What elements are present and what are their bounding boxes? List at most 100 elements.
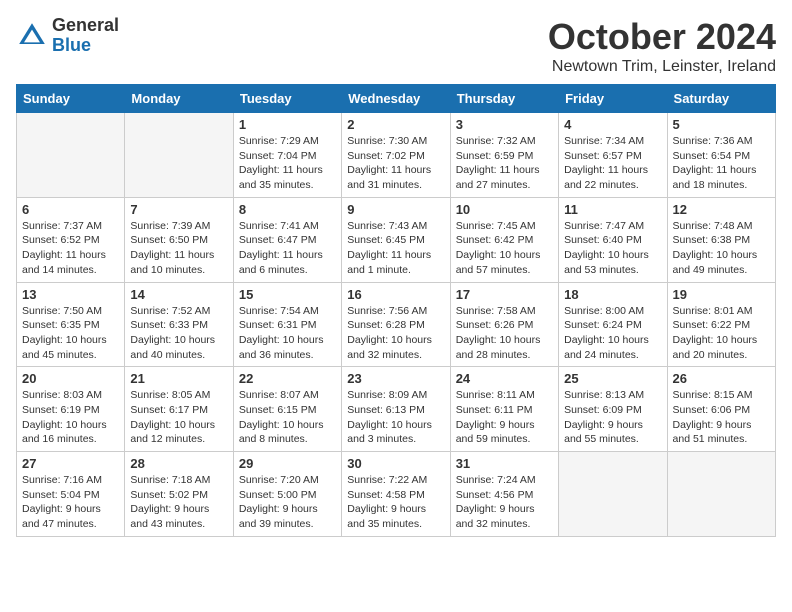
day-cell	[125, 113, 233, 198]
day-cell: 24 Sunrise: 8:11 AM Sunset: 6:11 PM Dayli…	[450, 367, 558, 452]
day-number: 4	[564, 117, 661, 132]
day-info: Sunrise: 7:56 AM Sunset: 6:28 PM Dayligh…	[347, 304, 444, 363]
day-info: Sunrise: 8:11 AM Sunset: 6:11 PM Dayligh…	[456, 388, 553, 447]
day-cell: 13 Sunrise: 7:50 AM Sunset: 6:35 PM Dayli…	[17, 282, 125, 367]
day-number: 21	[130, 371, 227, 386]
day-number: 2	[347, 117, 444, 132]
day-info: Sunrise: 7:50 AM Sunset: 6:35 PM Dayligh…	[22, 304, 119, 363]
day-number: 6	[22, 202, 119, 217]
day-number: 1	[239, 117, 336, 132]
day-cell: 29Sunrise: 7:20 AM Sunset: 5:00 PM Dayli…	[233, 452, 341, 537]
day-info: Sunrise: 7:29 AM Sunset: 7:04 PM Dayligh…	[239, 134, 336, 193]
day-info: Sunrise: 7:22 AM Sunset: 4:58 PM Dayligh…	[347, 473, 444, 532]
day-info: Sunrise: 8:15 AM Sunset: 6:06 PM Dayligh…	[673, 388, 770, 447]
day-info: Sunrise: 7:47 AM Sunset: 6:40 PM Dayligh…	[564, 219, 661, 278]
day-cell: 26 Sunrise: 8:15 AM Sunset: 6:06 PM Dayli…	[667, 367, 775, 452]
day-cell	[667, 452, 775, 537]
day-cell: 30 Sunrise: 7:22 AM Sunset: 4:58 PM Dayli…	[342, 452, 450, 537]
day-info: Sunrise: 8:07 AM Sunset: 6:15 PM Dayligh…	[239, 388, 336, 447]
logo: General Blue	[16, 16, 119, 56]
day-info: Sunrise: 7:30 AM Sunset: 7:02 PM Dayligh…	[347, 134, 444, 193]
day-info: Sunrise: 7:48 AM Sunset: 6:38 PM Dayligh…	[673, 219, 770, 278]
day-cell: 2 Sunrise: 7:30 AM Sunset: 7:02 PM Daylig…	[342, 113, 450, 198]
day-cell: 5Sunrise: 7:36 AM Sunset: 6:54 PM Daylig…	[667, 113, 775, 198]
day-cell: 18Sunrise: 8:00 AM Sunset: 6:24 PM Dayli…	[559, 282, 667, 367]
day-info: Sunrise: 7:24 AM Sunset: 4:56 PM Dayligh…	[456, 473, 553, 532]
day-cell: 10Sunrise: 7:45 AM Sunset: 6:42 PM Dayli…	[450, 197, 558, 282]
day-info: Sunrise: 8:01 AM Sunset: 6:22 PM Dayligh…	[673, 304, 770, 363]
logo-blue: Blue	[52, 36, 119, 56]
week-row-4: 20 Sunrise: 8:03 AM Sunset: 6:19 PM Dayli…	[17, 367, 776, 452]
day-cell: 8 Sunrise: 7:41 AM Sunset: 6:47 PM Daylig…	[233, 197, 341, 282]
day-cell	[17, 113, 125, 198]
day-info: Sunrise: 7:18 AM Sunset: 5:02 PM Dayligh…	[130, 473, 227, 532]
weekday-header-friday: Friday	[559, 85, 667, 113]
day-cell: 15Sunrise: 7:54 AM Sunset: 6:31 PM Dayli…	[233, 282, 341, 367]
calendar: SundayMondayTuesdayWednesdayThursdayFrid…	[16, 84, 776, 537]
day-number: 14	[130, 287, 227, 302]
day-number: 20	[22, 371, 119, 386]
week-row-5: 27Sunrise: 7:16 AM Sunset: 5:04 PM Dayli…	[17, 452, 776, 537]
day-number: 18	[564, 287, 661, 302]
day-info: Sunrise: 7:32 AM Sunset: 6:59 PM Dayligh…	[456, 134, 553, 193]
day-number: 7	[130, 202, 227, 217]
day-cell: 7Sunrise: 7:39 AM Sunset: 6:50 PM Daylig…	[125, 197, 233, 282]
day-info: Sunrise: 7:52 AM Sunset: 6:33 PM Dayligh…	[130, 304, 227, 363]
logo-general: General	[52, 16, 119, 36]
day-number: 11	[564, 202, 661, 217]
day-cell: 17 Sunrise: 7:58 AM Sunset: 6:26 PM Dayli…	[450, 282, 558, 367]
day-cell: 28 Sunrise: 7:18 AM Sunset: 5:02 PM Dayli…	[125, 452, 233, 537]
month-title: October 2024	[548, 16, 776, 58]
day-info: Sunrise: 7:58 AM Sunset: 6:26 PM Dayligh…	[456, 304, 553, 363]
day-number: 9	[347, 202, 444, 217]
day-number: 8	[239, 202, 336, 217]
day-number: 28	[130, 456, 227, 471]
day-number: 27	[22, 456, 119, 471]
day-number: 26	[673, 371, 770, 386]
day-number: 13	[22, 287, 119, 302]
day-cell: 12 Sunrise: 7:48 AM Sunset: 6:38 PM Dayli…	[667, 197, 775, 282]
day-number: 3	[456, 117, 553, 132]
day-cell: 23Sunrise: 8:09 AM Sunset: 6:13 PM Dayli…	[342, 367, 450, 452]
day-number: 23	[347, 371, 444, 386]
day-number: 17	[456, 287, 553, 302]
weekday-header-row: SundayMondayTuesdayWednesdayThursdayFrid…	[17, 85, 776, 113]
day-cell	[559, 452, 667, 537]
day-number: 24	[456, 371, 553, 386]
location: Newtown Trim, Leinster, Ireland	[548, 58, 776, 76]
day-info: Sunrise: 8:05 AM Sunset: 6:17 PM Dayligh…	[130, 388, 227, 447]
day-number: 12	[673, 202, 770, 217]
day-number: 30	[347, 456, 444, 471]
day-cell: 22 Sunrise: 8:07 AM Sunset: 6:15 PM Dayli…	[233, 367, 341, 452]
logo-icon	[16, 20, 48, 52]
day-cell: 9Sunrise: 7:43 AM Sunset: 6:45 PM Daylig…	[342, 197, 450, 282]
day-info: Sunrise: 8:03 AM Sunset: 6:19 PM Dayligh…	[22, 388, 119, 447]
week-row-3: 13 Sunrise: 7:50 AM Sunset: 6:35 PM Dayli…	[17, 282, 776, 367]
logo-text: General Blue	[52, 16, 119, 56]
day-cell: 31 Sunrise: 7:24 AM Sunset: 4:56 PM Dayli…	[450, 452, 558, 537]
weekday-header-monday: Monday	[125, 85, 233, 113]
week-row-2: 6 Sunrise: 7:37 AM Sunset: 6:52 PM Daylig…	[17, 197, 776, 282]
day-cell: 14 Sunrise: 7:52 AM Sunset: 6:33 PM Dayli…	[125, 282, 233, 367]
weekday-header-tuesday: Tuesday	[233, 85, 341, 113]
header: General Blue October 2024 Newtown Trim, …	[16, 16, 776, 76]
day-cell: 21 Sunrise: 8:05 AM Sunset: 6:17 PM Dayli…	[125, 367, 233, 452]
day-number: 31	[456, 456, 553, 471]
day-info: Sunrise: 7:41 AM Sunset: 6:47 PM Dayligh…	[239, 219, 336, 278]
weekday-header-saturday: Saturday	[667, 85, 775, 113]
title-area: October 2024 Newtown Trim, Leinster, Ire…	[548, 16, 776, 76]
day-number: 29	[239, 456, 336, 471]
day-cell: 20 Sunrise: 8:03 AM Sunset: 6:19 PM Dayli…	[17, 367, 125, 452]
day-info: Sunrise: 7:37 AM Sunset: 6:52 PM Dayligh…	[22, 219, 119, 278]
day-number: 10	[456, 202, 553, 217]
day-number: 5	[673, 117, 770, 132]
day-cell: 25Sunrise: 8:13 AM Sunset: 6:09 PM Dayli…	[559, 367, 667, 452]
week-row-1: 1 Sunrise: 7:29 AM Sunset: 7:04 PM Daylig…	[17, 113, 776, 198]
day-info: Sunrise: 7:34 AM Sunset: 6:57 PM Dayligh…	[564, 134, 661, 193]
day-cell: 16 Sunrise: 7:56 AM Sunset: 6:28 PM Dayli…	[342, 282, 450, 367]
day-info: Sunrise: 7:54 AM Sunset: 6:31 PM Dayligh…	[239, 304, 336, 363]
weekday-header-sunday: Sunday	[17, 85, 125, 113]
day-number: 22	[239, 371, 336, 386]
weekday-header-wednesday: Wednesday	[342, 85, 450, 113]
day-number: 16	[347, 287, 444, 302]
